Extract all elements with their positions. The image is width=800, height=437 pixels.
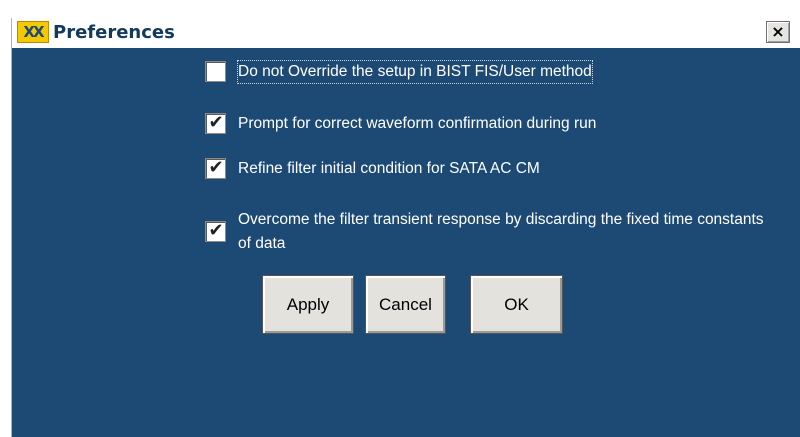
close-icon: × bbox=[771, 22, 785, 41]
cancel-button[interactable]: Cancel bbox=[365, 275, 446, 334]
option-no-override[interactable]: Do not Override the setup in BIST FIS/Us… bbox=[205, 60, 593, 84]
app-logo-text: XX bbox=[23, 23, 44, 41]
option-label: Overcome the filter transient response b… bbox=[238, 211, 764, 252]
option-label: Prompt for correct waveform confirmation… bbox=[238, 115, 597, 132]
option-refine-filter[interactable]: ✔ Refine filter initial condition for SA… bbox=[205, 157, 540, 180]
preferences-dialog: XX Preferences × Do not Override the set… bbox=[11, 18, 800, 437]
ok-button[interactable]: OK bbox=[470, 275, 563, 334]
option-label: Do not Override the setup in BIST FIS/Us… bbox=[237, 60, 593, 84]
option-overcome-transient[interactable]: ✔ Overcome the filter transient response… bbox=[205, 208, 768, 256]
option-prompt-waveform[interactable]: ✔ Prompt for correct waveform confirmati… bbox=[205, 112, 597, 135]
dialog-title: Preferences bbox=[53, 22, 175, 43]
checkbox-refine-filter[interactable]: ✔ bbox=[205, 157, 226, 179]
checkmark-icon: ✔ bbox=[208, 157, 224, 178]
title-bar[interactable]: XX Preferences × bbox=[12, 18, 800, 48]
checkbox-no-override[interactable] bbox=[205, 61, 226, 82]
checkbox-overcome-transient[interactable]: ✔ bbox=[205, 220, 226, 242]
checkmark-icon: ✔ bbox=[208, 112, 224, 133]
app-logo-icon: XX bbox=[17, 21, 49, 43]
option-label: Refine filter initial condition for SATA… bbox=[238, 160, 540, 177]
close-button[interactable]: × bbox=[766, 21, 790, 43]
checkmark-icon: ✔ bbox=[208, 220, 224, 241]
checkbox-prompt-waveform[interactable]: ✔ bbox=[205, 112, 226, 134]
apply-button[interactable]: Apply bbox=[262, 275, 354, 334]
